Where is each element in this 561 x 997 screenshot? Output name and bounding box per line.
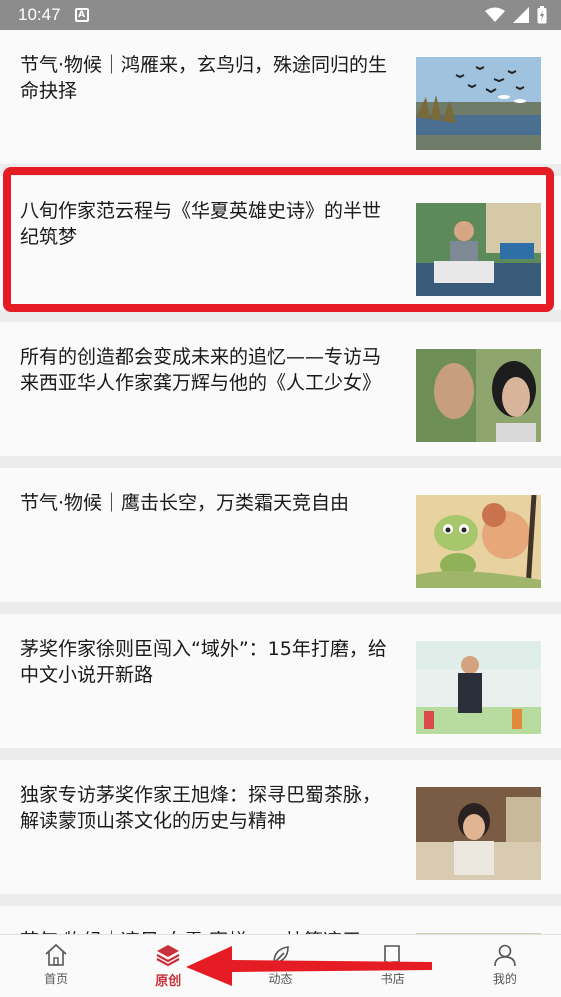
tab-original[interactable]: 原创	[112, 935, 224, 997]
tab-label: 首页	[44, 972, 69, 986]
article-title: 茅奖作家徐则臣闯入“域外”：15年打磨，给中文小说开新路	[20, 638, 387, 686]
book-icon	[383, 945, 400, 967]
article-thumbnail	[416, 787, 541, 880]
layers-icon	[156, 945, 180, 967]
user-icon	[494, 944, 516, 967]
status-bar: 10:47 A	[0, 0, 561, 30]
article-title: 独家专访茅奖作家王旭烽：探寻巴蜀茶脉，解读蒙顶山茶文化的历史与精神	[20, 784, 382, 832]
tab-label: 动态	[268, 972, 293, 986]
tab-label: 书店	[380, 972, 405, 986]
tab-mine[interactable]: 我的	[449, 935, 561, 997]
article-thumbnail	[416, 641, 541, 734]
article-title: 节气·物候｜鸿雁来，玄鸟归，殊途同归的生命抉择	[20, 54, 388, 102]
status-time: 10:47	[18, 5, 61, 24]
tab-bookstore[interactable]: 书店	[337, 935, 449, 997]
battery-icon	[537, 6, 547, 24]
tab-label: 我的	[492, 972, 517, 986]
status-icons	[485, 6, 547, 24]
article-title: 八旬作家范云程与《华夏英雄史诗》的半世纪筑梦	[20, 200, 382, 248]
article-card[interactable]: 所有的创造都会变成未来的追忆——专访马来西亚华人作家龚万辉与他的《人工少女》	[0, 322, 561, 456]
article-thumbnail	[416, 495, 541, 588]
article-card[interactable]: 节气·物候｜鹰击长空，万类霜天竞自由	[0, 468, 561, 602]
wifi-icon	[485, 7, 505, 22]
bottom-tab-bar: 首页 原创 动态 书店 我的	[0, 934, 561, 997]
notification-icon: A	[74, 8, 89, 22]
article-card[interactable]: 节气·物候｜鸿雁来，玄鸟归，殊途同归的生命抉择	[0, 30, 561, 164]
article-thumbnail	[416, 57, 541, 150]
article-card[interactable]: 茅奖作家徐则臣闯入“域外”：15年打磨，给中文小说开新路	[0, 614, 561, 748]
leaf-icon	[272, 946, 289, 964]
tab-news[interactable]: 动态	[224, 935, 336, 997]
article-card[interactable]: 八旬作家范云程与《华夏英雄史诗》的半世纪筑梦	[0, 176, 561, 310]
article-thumbnail	[416, 349, 541, 442]
tab-home[interactable]: 首页	[0, 935, 112, 997]
article-title: 所有的创造都会变成未来的追忆——专访马来西亚华人作家龚万辉与他的《人工少女》	[20, 346, 382, 394]
article-title: 节气·物候｜鹰击长空，万类霜天竞自由	[20, 492, 350, 514]
article-card[interactable]: 独家专访茅奖作家王旭烽：探寻巴蜀茶脉，解读蒙顶山茶文化的历史与精神	[0, 760, 561, 894]
home-icon	[45, 943, 67, 966]
article-thumbnail	[416, 203, 541, 296]
tab-label: 原创	[155, 974, 182, 989]
signal-icon	[513, 7, 529, 23]
